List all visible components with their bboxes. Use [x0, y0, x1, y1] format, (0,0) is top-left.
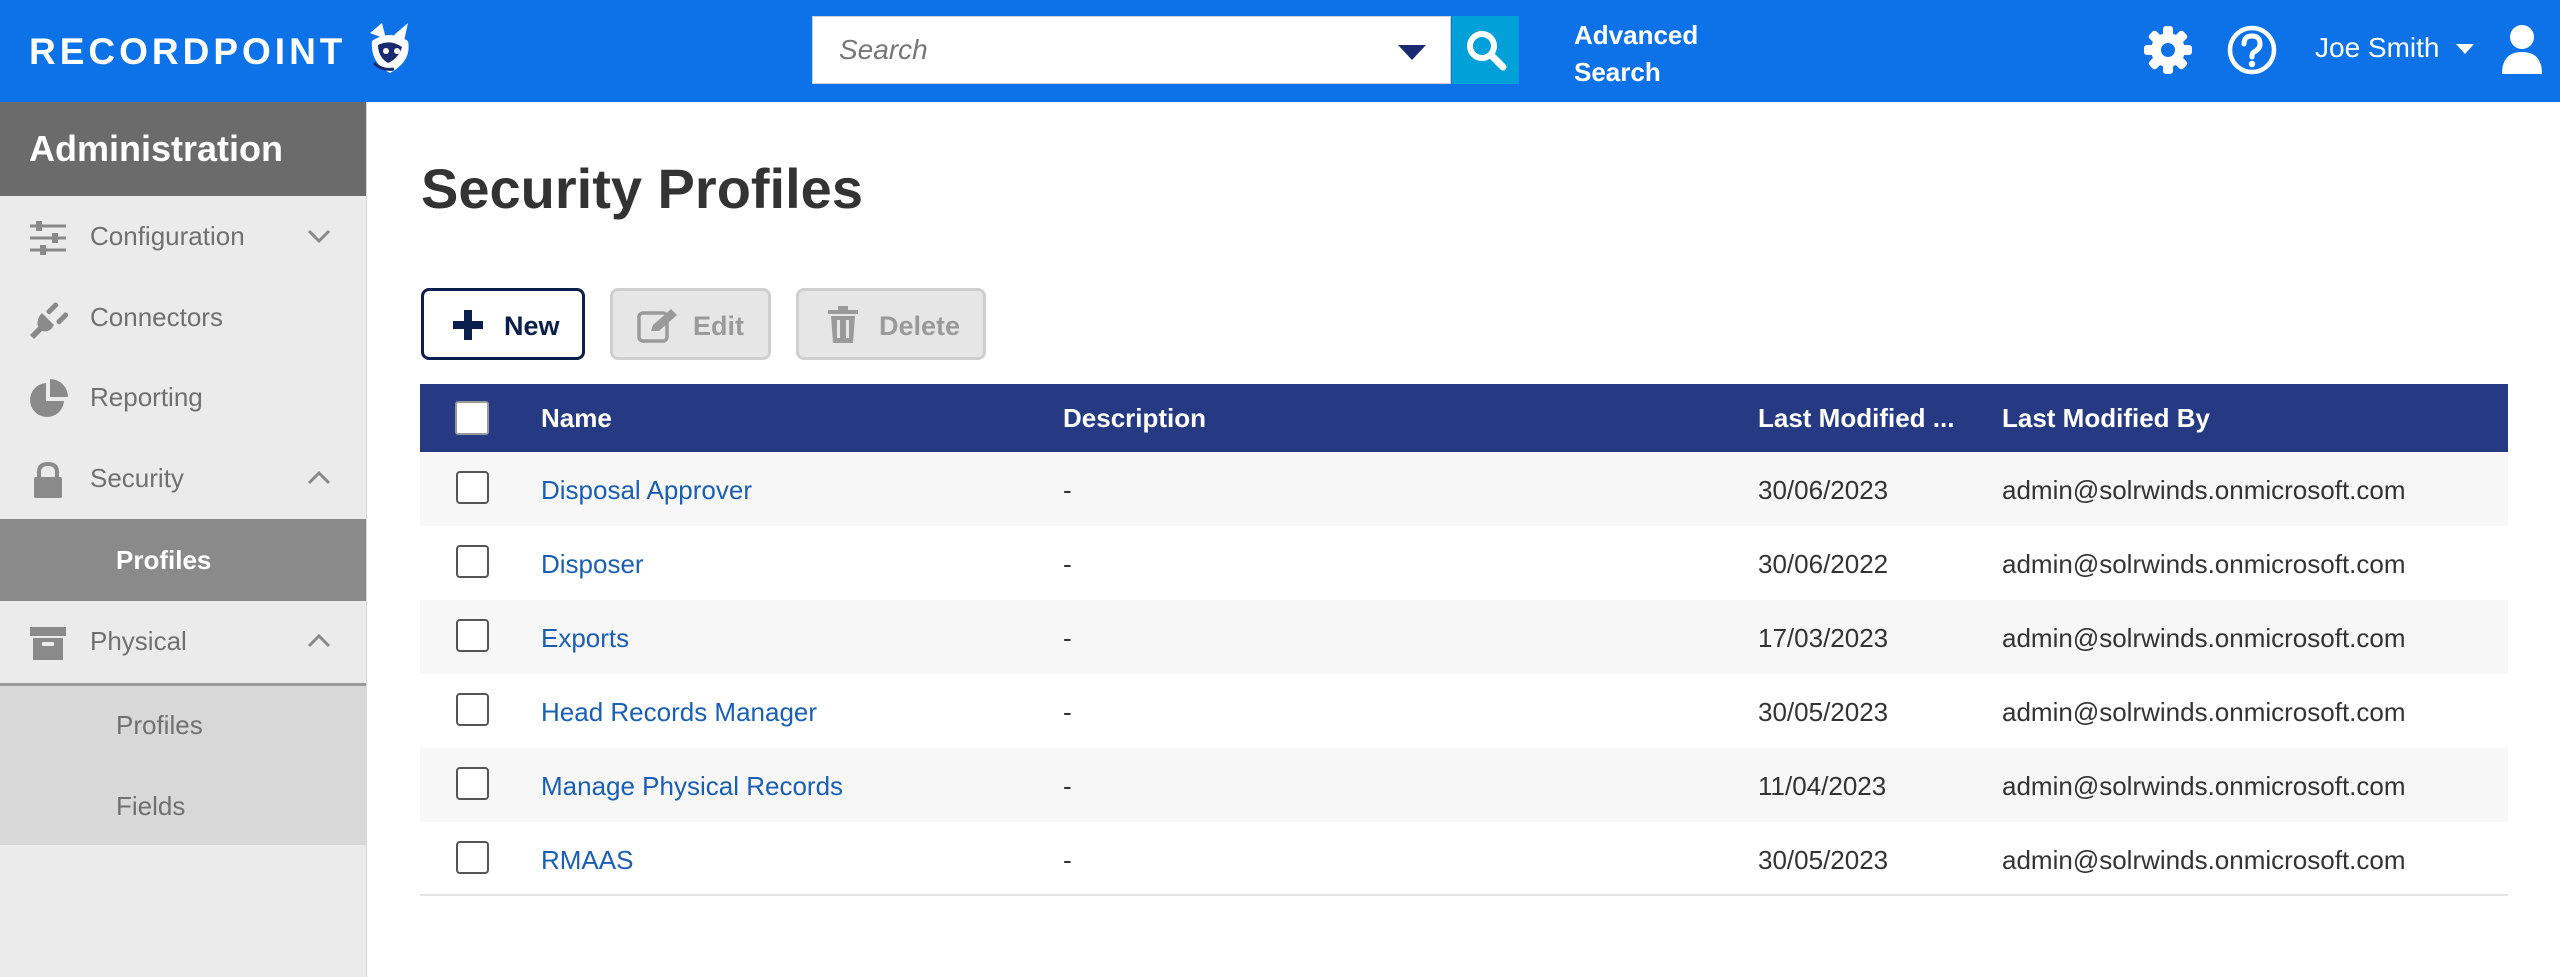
profile-last-modified: 30/06/2022: [1758, 549, 1889, 579]
chevron-down-icon[interactable]: [2456, 44, 2474, 54]
search-input[interactable]: [813, 17, 1373, 83]
profile-name-link[interactable]: Head Records Manager: [541, 697, 817, 728]
profile-description: -: [1063, 771, 1072, 801]
chevron-down-icon: [307, 229, 331, 244]
plus-icon: [453, 310, 483, 340]
sidebar-title: Administration: [0, 102, 366, 196]
row-checkbox[interactable]: [456, 619, 489, 652]
plug-icon: [30, 302, 68, 339]
row-checkbox[interactable]: [456, 471, 489, 504]
row-checkbox[interactable]: [456, 841, 489, 874]
edit-icon: [637, 309, 677, 343]
row-checkbox[interactable]: [456, 545, 489, 578]
profile-description: -: [1063, 475, 1072, 505]
profile-last-modified: 17/03/2023: [1758, 623, 1889, 653]
sidebar-subitem-physical-fields[interactable]: Fields: [116, 791, 185, 822]
search-icon: [1466, 31, 1506, 71]
profile-modified-by: admin@solrwinds.onmicrosoft.com: [2002, 697, 2406, 727]
sidebar-item-reporting[interactable]: Reporting: [0, 358, 366, 438]
table-row[interactable]: RMAAS - 30/05/2023 admin@solrwinds.onmic…: [420, 822, 2508, 896]
sidebar-subitem-physical-profiles[interactable]: Profiles: [116, 710, 203, 741]
advanced-search-label-line2: Search: [1574, 57, 1661, 87]
sidebar-item-physical[interactable]: Physical: [0, 602, 366, 682]
sidebar-item-label: Connectors: [90, 302, 223, 332]
table-row[interactable]: Disposal Approver - 30/06/2023 admin@sol…: [420, 452, 2508, 526]
column-header-last-modified-by[interactable]: Last Modified By: [2002, 403, 2210, 434]
profile-last-modified: 30/05/2023: [1758, 697, 1889, 727]
profile-name-link[interactable]: Manage Physical Records: [541, 771, 843, 802]
sidebar-item-security[interactable]: Security: [0, 439, 366, 519]
table-row[interactable]: Disposer - 30/06/2022 admin@solrwinds.on…: [420, 526, 2508, 600]
profile-description: -: [1063, 549, 1072, 579]
edit-button-label: Edit: [693, 311, 744, 341]
row-checkbox[interactable]: [456, 767, 489, 800]
help-icon[interactable]: [2226, 24, 2278, 76]
page-title: Security Profiles: [421, 157, 863, 220]
profile-description: -: [1063, 697, 1072, 727]
pie-chart-icon: [30, 379, 68, 417]
sidebar-item-configuration[interactable]: Configuration: [0, 197, 366, 277]
user-menu-name[interactable]: Joe Smith: [2315, 32, 2440, 64]
row-checkbox[interactable]: [456, 693, 489, 726]
profile-modified-by: admin@solrwinds.onmicrosoft.com: [2002, 623, 2406, 653]
profile-modified-by: admin@solrwinds.onmicrosoft.com: [2002, 475, 2406, 505]
advanced-search-label-line1: Advanced: [1574, 20, 1699, 50]
trash-icon: [828, 306, 858, 343]
fox-mascot-icon: [370, 23, 410, 73]
profile-name-link[interactable]: RMAAS: [541, 845, 633, 876]
sidebar-item-label: Configuration: [90, 221, 245, 251]
physical-submenu: Profiles Fields: [0, 683, 366, 845]
table-row[interactable]: Head Records Manager - 30/05/2023 admin@…: [420, 674, 2508, 748]
profile-last-modified: 30/05/2023: [1758, 845, 1889, 875]
column-header-last-modified[interactable]: Last Modified ...: [1758, 403, 1954, 434]
column-header-name[interactable]: Name: [541, 403, 612, 434]
table-header: Name Description Last Modified ... Last …: [420, 384, 2508, 452]
profile-description: -: [1063, 623, 1072, 653]
sidebar-subitem-security-profiles[interactable]: Profiles: [0, 519, 366, 601]
table-row[interactable]: Exports - 17/03/2023 admin@solrwinds.onm…: [420, 600, 2508, 674]
chevron-up-icon: [307, 633, 331, 648]
sliders-icon: [30, 221, 66, 255]
edit-button[interactable]: Edit: [610, 288, 771, 360]
profile-description: -: [1063, 845, 1072, 875]
profile-last-modified: 30/06/2023: [1758, 475, 1889, 505]
gear-icon[interactable]: [2142, 24, 2194, 76]
table-row[interactable]: Manage Physical Records - 11/04/2023 adm…: [420, 748, 2508, 822]
search-scope-dropdown-icon[interactable]: [1398, 45, 1426, 60]
profile-name-link[interactable]: Disposer: [541, 549, 644, 580]
profile-name-link[interactable]: Exports: [541, 623, 629, 654]
profile-name-link[interactable]: Disposal Approver: [541, 475, 752, 506]
user-avatar-icon[interactable]: [2500, 24, 2544, 74]
chevron-up-icon: [307, 470, 331, 485]
top-bar: RECORDPOINT Advanced Search: [0, 0, 2560, 102]
search-button[interactable]: [1452, 16, 1519, 84]
new-button-label: New: [504, 311, 560, 341]
column-header-description[interactable]: Description: [1063, 403, 1206, 434]
delete-button-label: Delete: [879, 311, 961, 341]
sidebar-item-connectors[interactable]: Connectors: [0, 278, 366, 358]
search-box: [812, 16, 1451, 84]
sidebar-item-label: Reporting: [90, 382, 203, 412]
app-logo[interactable]: RECORDPOINT: [29, 23, 414, 74]
select-all-checkbox[interactable]: [455, 401, 489, 435]
new-button[interactable]: New: [421, 288, 585, 360]
profile-modified-by: admin@solrwinds.onmicrosoft.com: [2002, 549, 2406, 579]
sidebar-item-label: Physical: [90, 626, 187, 656]
lock-icon: [34, 461, 62, 498]
profile-last-modified: 11/04/2023: [1758, 771, 1887, 801]
advanced-search-link[interactable]: Advanced Search: [1574, 17, 1698, 91]
sidebar: Administration Configuration Connectors: [0, 102, 367, 977]
profile-modified-by: admin@solrwinds.onmicrosoft.com: [2002, 771, 2406, 801]
profile-modified-by: admin@solrwinds.onmicrosoft.com: [2002, 845, 2406, 875]
archive-box-icon: [30, 627, 66, 660]
delete-button[interactable]: Delete: [796, 288, 986, 360]
sidebar-item-label: Security: [90, 463, 184, 493]
logo-text: RECORDPOINT: [29, 31, 347, 72]
